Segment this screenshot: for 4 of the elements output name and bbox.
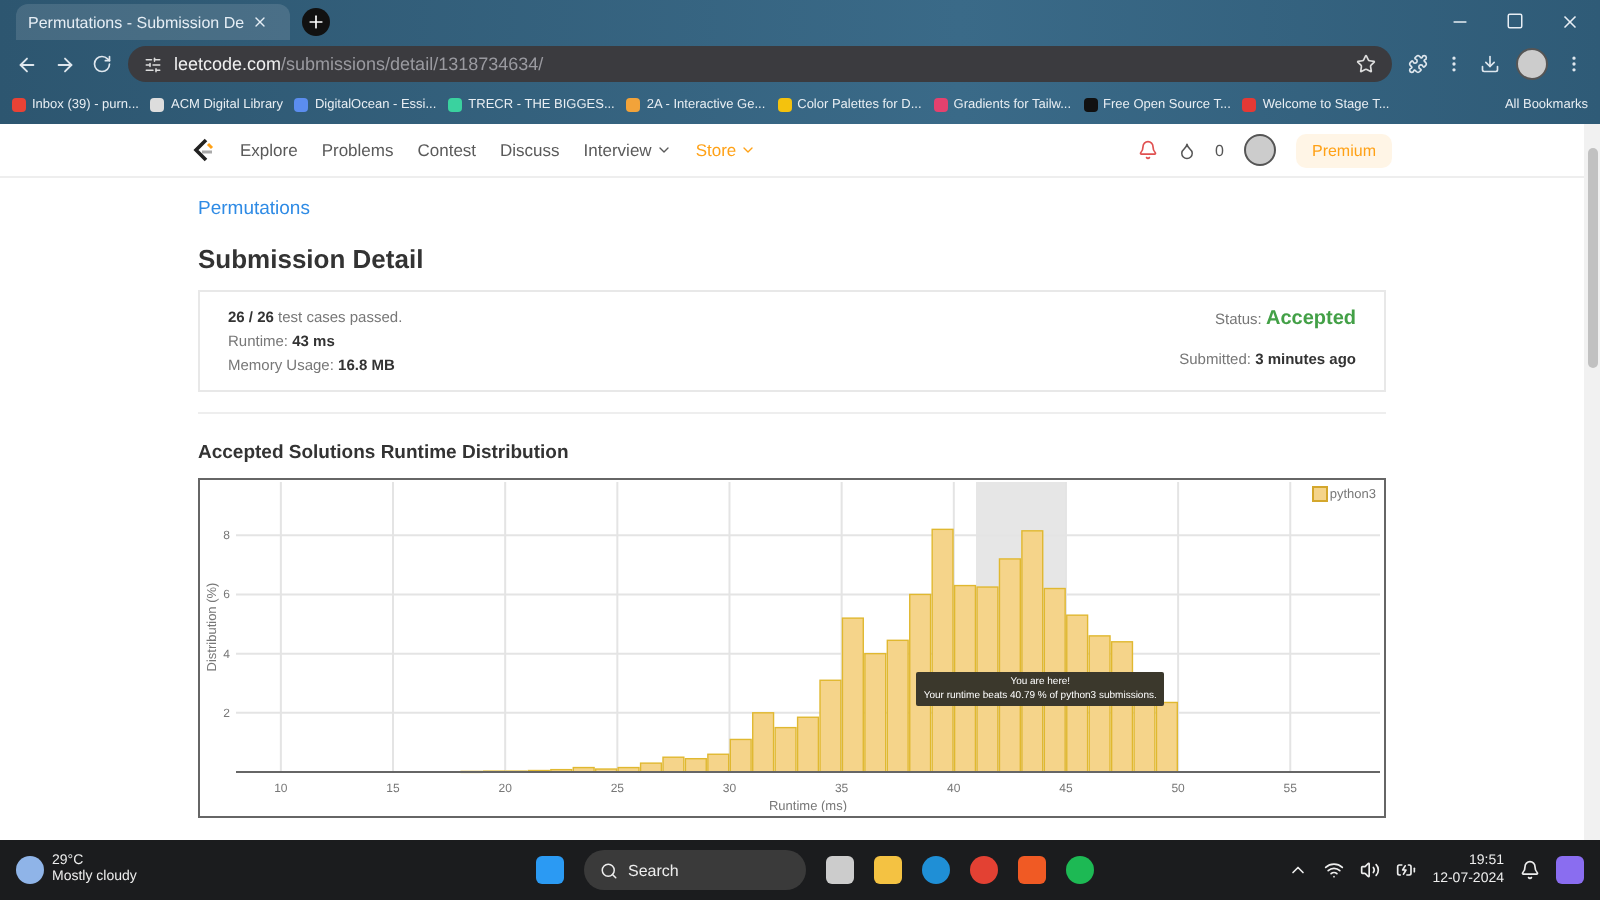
url-text: leetcode.com/submissions/detail/1318734634/ — [174, 54, 544, 74]
page-heading: Submission Detail — [198, 244, 426, 274]
chart-title: Accepted Solutions Runtime Distribution — [198, 442, 571, 464]
coin-count: 0 — [1215, 141, 1224, 159]
